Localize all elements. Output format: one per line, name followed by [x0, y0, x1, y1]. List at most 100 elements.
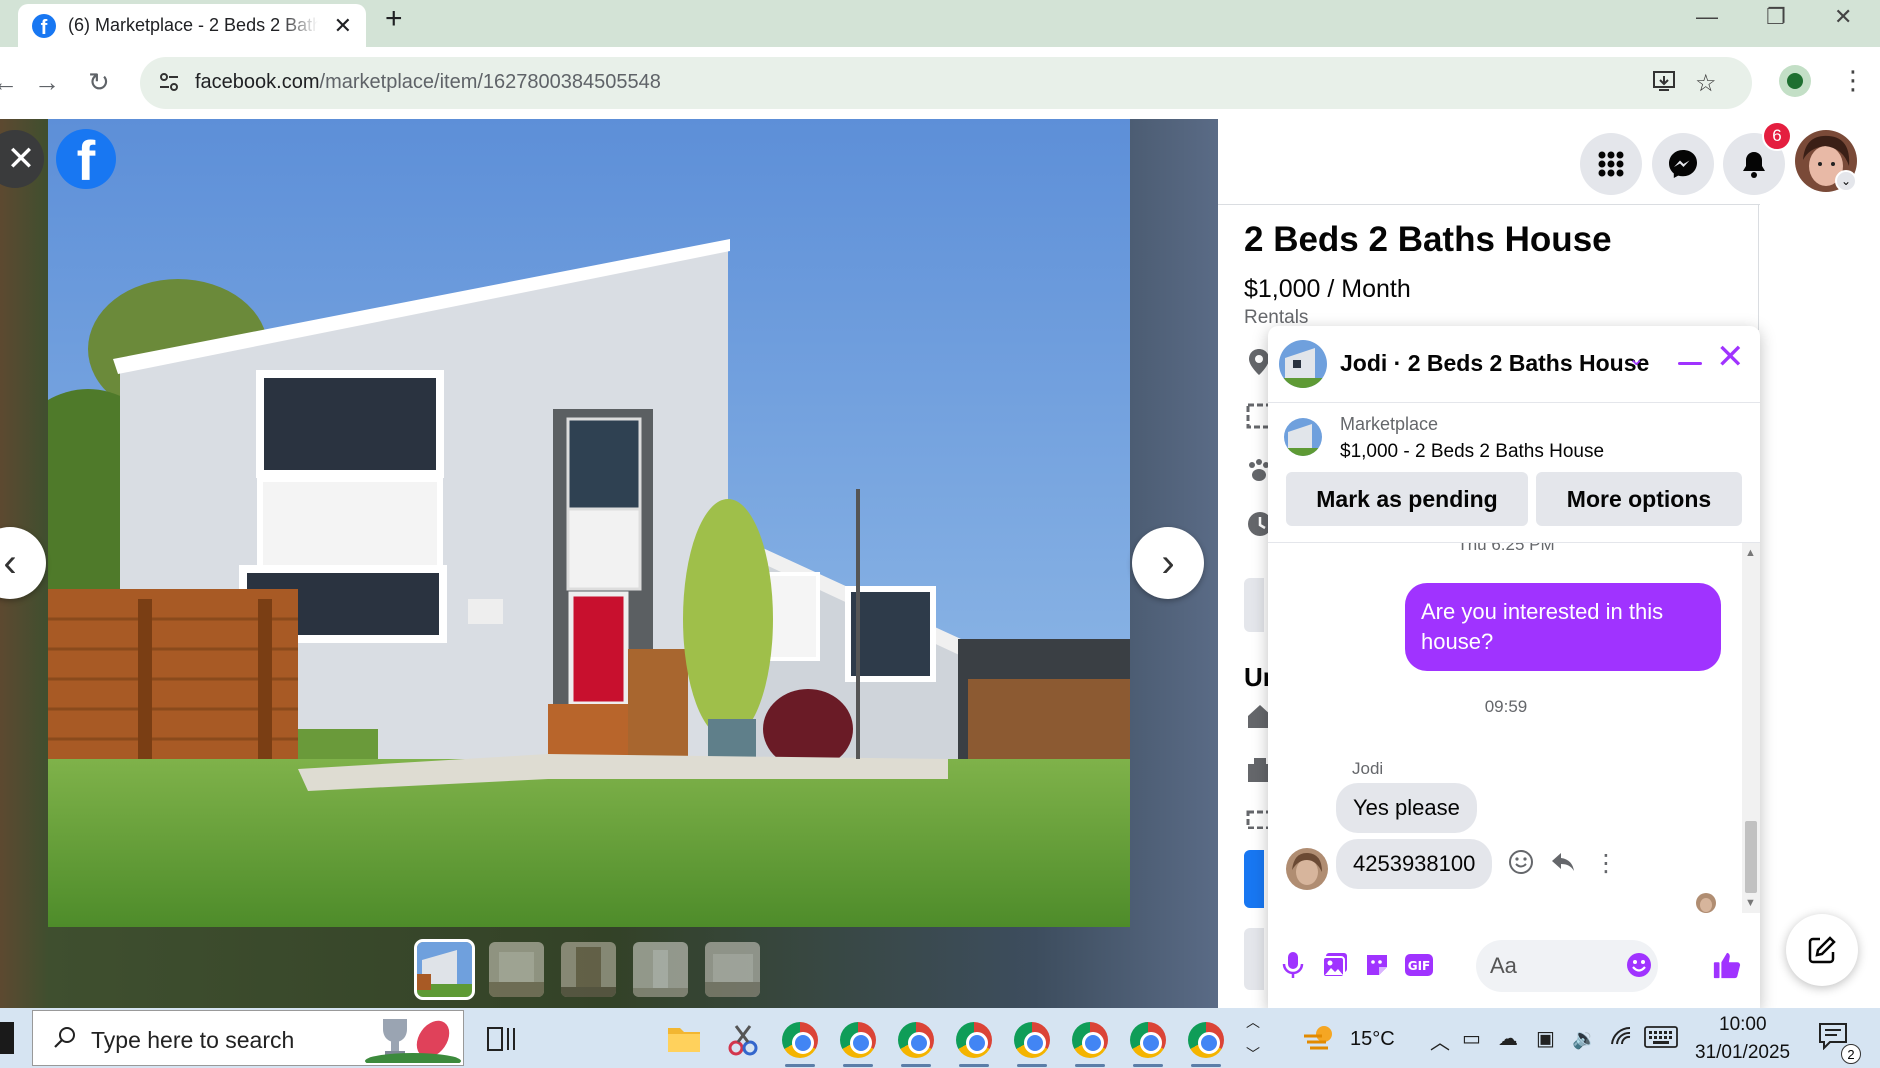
- sender-name: Jodi: [1352, 759, 1384, 778]
- battery-icon[interactable]: ▭: [1462, 1026, 1481, 1051]
- thumbnail-4[interactable]: [633, 942, 688, 997]
- listing-title: 2 Beds 2 Baths House: [1244, 220, 1612, 259]
- photo-attach-icon[interactable]: [1320, 950, 1350, 980]
- site-info-icon[interactable]: [158, 71, 180, 99]
- messenger-icon[interactable]: [1652, 133, 1714, 195]
- chat-window: Jodi · 2 Beds 2 Baths House ⌄ ✕ Marketpl…: [1268, 326, 1760, 1008]
- more-options-button[interactable]: More options: [1536, 472, 1742, 526]
- minimize-window-icon[interactable]: —: [1696, 4, 1718, 30]
- running-indicator: [901, 1064, 931, 1067]
- chrome-profile-8-icon[interactable]: [1188, 1022, 1224, 1058]
- panel-divider: [1758, 204, 1759, 330]
- partial-button[interactable]: [1244, 578, 1264, 632]
- forward-icon[interactable]: →: [34, 67, 60, 98]
- notifications-badge: 6: [1762, 121, 1792, 151]
- running-indicator: [1191, 1064, 1221, 1067]
- task-view-icon[interactable]: [484, 1022, 520, 1058]
- facebook-logo-icon[interactable]: f: [56, 129, 116, 189]
- scroll-up-icon[interactable]: ▲: [1745, 547, 1756, 559]
- incoming-message[interactable]: 4253938100: [1336, 839, 1493, 889]
- restore-window-icon[interactable]: ❐: [1766, 4, 1786, 30]
- install-app-icon[interactable]: [1652, 69, 1676, 100]
- account-chevron-icon[interactable]: ⌄: [1835, 170, 1857, 192]
- outgoing-message[interactable]: Are you interested in this house?: [1405, 583, 1721, 671]
- chat-header[interactable]: Jodi · 2 Beds 2 Baths House ⌄ ✕: [1268, 326, 1760, 402]
- partial-save-button[interactable]: [1244, 928, 1264, 990]
- chrome-profile-5-icon[interactable]: [1014, 1022, 1050, 1058]
- running-indicator: [785, 1064, 815, 1067]
- close-window-icon[interactable]: ✕: [1834, 4, 1852, 30]
- new-message-button[interactable]: [1786, 914, 1858, 986]
- clock-date[interactable]: 31/01/2025: [1695, 1042, 1790, 1064]
- wifi-icon[interactable]: [1610, 1026, 1632, 1052]
- keyboard-icon[interactable]: [1644, 1026, 1678, 1054]
- scroll-down-icon[interactable]: ▼: [1745, 897, 1756, 909]
- tab-close-icon[interactable]: ✕: [334, 13, 352, 39]
- message-list: Thu 6:25 PM Are you interested in this h…: [1268, 543, 1760, 913]
- close-viewer-button[interactable]: ✕: [0, 130, 44, 188]
- thumbnail-3[interactable]: [561, 942, 616, 997]
- photo-viewer: ✕ f ‹ ›: [0, 119, 1218, 1008]
- running-indicator: [959, 1064, 989, 1067]
- reload-icon[interactable]: ↻: [88, 67, 110, 98]
- weather-icon[interactable]: [1302, 1022, 1336, 1058]
- tab-title: (6) Marketplace - 2 Beds 2 Bath: [68, 15, 318, 35]
- gif-icon[interactable]: GIF: [1404, 950, 1434, 980]
- clock-time[interactable]: 10:00: [1719, 1014, 1767, 1036]
- temperature[interactable]: 15°C: [1350, 1028, 1395, 1051]
- browser-tab-bar: f (6) Marketplace - 2 Beds 2 Bath ✕ + — …: [0, 0, 1880, 47]
- microphone-icon[interactable]: [1278, 950, 1308, 980]
- address-bar[interactable]: facebook.com/marketplace/item/1627800384…: [140, 57, 1752, 109]
- chrome-profile-1-icon[interactable]: [782, 1022, 818, 1058]
- chat-scrollbar-thumb[interactable]: [1745, 821, 1757, 893]
- browser-tab[interactable]: f (6) Marketplace - 2 Beds 2 Bath ✕: [18, 4, 366, 47]
- file-explorer-icon[interactable]: [666, 1022, 702, 1058]
- meet-camera-icon[interactable]: ▣: [1536, 1026, 1555, 1051]
- taskbar-search-box[interactable]: Type here to search: [32, 1010, 464, 1068]
- like-thumb-icon[interactable]: [1712, 950, 1742, 980]
- previous-photo-button[interactable]: ‹: [0, 527, 46, 599]
- volume-icon[interactable]: 🔉: [1572, 1026, 1597, 1051]
- sticker-icon[interactable]: [1362, 950, 1392, 980]
- next-photo-button[interactable]: ›: [1132, 527, 1204, 599]
- more-actions-icon[interactable]: ⋮: [1594, 849, 1618, 878]
- react-emoji-icon[interactable]: [1508, 849, 1534, 882]
- marketplace-label: Marketplace: [1340, 414, 1439, 434]
- sender-avatar[interactable]: [1286, 848, 1328, 890]
- thumbnail-2[interactable]: [489, 942, 544, 997]
- new-tab-icon[interactable]: +: [385, 2, 403, 36]
- browser-menu-icon[interactable]: ⋮: [1840, 65, 1866, 96]
- snipping-tool-icon[interactable]: [724, 1022, 760, 1058]
- chrome-profile-7-icon[interactable]: [1130, 1022, 1166, 1058]
- timestamp: 09:59: [1484, 697, 1528, 716]
- incoming-message[interactable]: Yes please: [1336, 783, 1477, 833]
- bookmark-star-icon[interactable]: ☆: [1695, 69, 1717, 98]
- onedrive-cloud-icon[interactable]: ☁: [1498, 1026, 1518, 1051]
- show-hidden-icons-icon[interactable]: ︿: [1430, 1026, 1450, 1055]
- running-indicator: [1133, 1064, 1163, 1067]
- reply-icon[interactable]: [1550, 849, 1576, 882]
- back-icon[interactable]: ←: [0, 67, 18, 98]
- taskbar-scroll-down-icon[interactable]: ﹀: [1246, 1044, 1260, 1064]
- browser-profile-icon[interactable]: [1779, 65, 1811, 97]
- partial-message-button[interactable]: [1244, 850, 1264, 908]
- chrome-profile-2-icon[interactable]: [840, 1022, 876, 1058]
- minimize-chat-icon[interactable]: [1678, 362, 1702, 365]
- chrome-profile-4-icon[interactable]: [956, 1022, 992, 1058]
- taskbar-scroll-up-icon[interactable]: ︿: [1246, 1012, 1260, 1032]
- marketplace-item-avatar: [1284, 418, 1322, 456]
- close-chat-icon[interactable]: ✕: [1716, 340, 1745, 374]
- mark-as-pending-button[interactable]: Mark as pending: [1286, 472, 1528, 526]
- search-placeholder: Type here to search: [91, 1027, 295, 1053]
- chrome-profile-3-icon[interactable]: [898, 1022, 934, 1058]
- chat-title[interactable]: Jodi · 2 Beds 2 Baths House: [1340, 350, 1649, 377]
- chat-options-chevron-icon[interactable]: ⌄: [1628, 346, 1645, 371]
- thumbnail-1[interactable]: [414, 939, 475, 1000]
- emoji-icon[interactable]: [1624, 950, 1654, 980]
- menu-grid-icon[interactable]: [1580, 133, 1642, 195]
- thumbnail-5[interactable]: [705, 942, 760, 997]
- marketplace-item-title[interactable]: $1,000 - 2 Beds 2 Baths House: [1340, 441, 1604, 463]
- start-button[interactable]: [0, 1022, 14, 1054]
- chrome-profile-6-icon[interactable]: [1072, 1022, 1108, 1058]
- seen-receipt-avatar: [1696, 893, 1716, 913]
